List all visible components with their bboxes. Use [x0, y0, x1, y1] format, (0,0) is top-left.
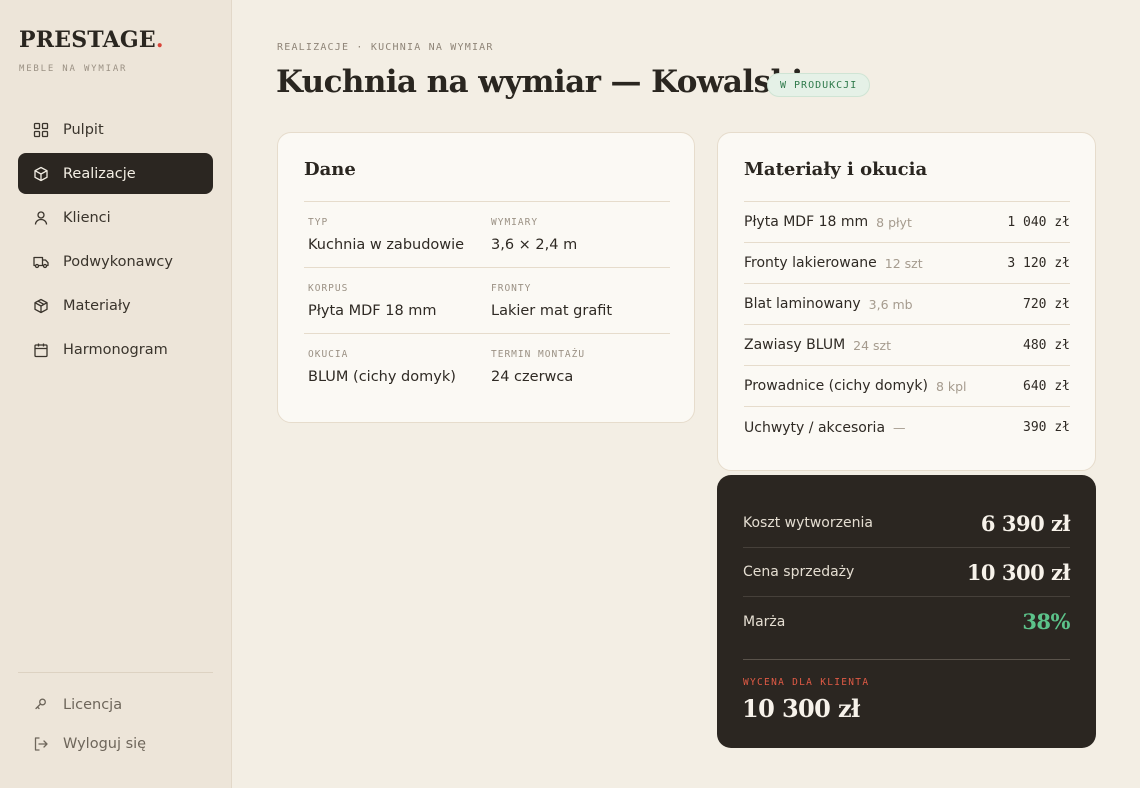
list-item: Fronty lakierowane 12 szt 3 120 zł [744, 243, 1070, 284]
material-price: 1 040 zł [1007, 214, 1070, 230]
details-field-carcass: KORPUS Płyta MDF 18 mm [304, 268, 487, 333]
nav-label: Harmonogram [63, 341, 168, 358]
price-value: 10 300 zł [966, 559, 1071, 585]
sidebar-bottom: Licencja Wyloguj się [18, 672, 213, 764]
nav-label: Materiały [63, 297, 131, 314]
material-price: 3 120 zł [1007, 255, 1070, 271]
logout-label: Wyloguj się [63, 736, 147, 752]
page-title: Kuchnia na wymiar — Kowalski [276, 64, 803, 100]
field-label: OKUCIA [308, 349, 349, 360]
license-label: Licencja [63, 697, 123, 713]
material-qty: 8 płyt [876, 214, 912, 230]
material-qty: 12 szt [884, 255, 923, 271]
details-field-install-date: TERMIN MONTAŻU 24 czerwca [487, 334, 670, 400]
summary-row-margin: Marża 38% [743, 597, 1070, 646]
material-qty: — [893, 420, 906, 435]
price-label: Cena sprzedaży [743, 564, 855, 580]
logout-link[interactable]: Wyloguj się [18, 725, 213, 763]
materials-list: Płyta MDF 18 mm 8 płyt 1 040 zł Fronty l… [744, 201, 1070, 448]
cost-value: 6 390 zł [980, 510, 1071, 536]
details-card: Dane TYP Kuchnia w zabudowie WYMIARY 3,6… [277, 132, 695, 423]
material-qty: 3,6 mb [868, 296, 913, 312]
list-item: Blat laminowany 3,6 mb 720 zł [744, 284, 1070, 325]
user-icon [34, 210, 48, 225]
calendar-icon [34, 343, 48, 357]
list-item: Płyta MDF 18 mm 8 płyt 1 040 zł [744, 202, 1070, 243]
details-field-type: TYP Kuchnia w zabudowie [304, 202, 487, 267]
details-grid: TYP Kuchnia w zabudowie WYMIARY 3,6 × 2,… [304, 201, 670, 400]
nav-label: Realizacje [63, 165, 136, 182]
status-badge: W PRODUKCJI [767, 73, 871, 97]
grid-icon [33, 122, 49, 137]
details-field-hardware: OKUCIA BLUM (cichy domyk) [304, 334, 487, 400]
margin-value: 38% [1022, 609, 1070, 634]
truck-icon [33, 256, 49, 268]
field-value: Kuchnia w zabudowie [308, 237, 465, 253]
material-price: 640 zł [1023, 378, 1070, 394]
nav-label: Podwykonawcy [63, 253, 173, 270]
nav-item-pulpit[interactable]: Pulpit [18, 109, 213, 150]
summary-row-price: Cena sprzedaży 10 300 zł [743, 548, 1071, 597]
license-link[interactable]: Licencja [18, 686, 213, 724]
materials-title: Materiały i okucia [744, 159, 928, 180]
quote-label: WYCENA DLA KLIENTA [743, 677, 870, 688]
key-icon [35, 698, 46, 710]
details-row: OKUCIA BLUM (cichy domyk) TERMIN MONTAŻU… [304, 334, 670, 400]
list-item: Zawiasy BLUM 24 szt 480 zł [744, 325, 1070, 366]
field-value: 24 czerwca [491, 369, 574, 385]
details-field-dimensions: WYMIARY 3,6 × 2,4 m [487, 202, 670, 267]
material-name: Prowadnice (cichy domyk) [744, 378, 928, 394]
box-icon [34, 298, 48, 313]
field-value: Lakier mat grafit [491, 303, 613, 319]
field-label: TYP [308, 217, 329, 228]
field-label: FRONTY [491, 283, 532, 294]
field-value: 3,6 × 2,4 m [491, 237, 578, 253]
field-label: KORPUS [308, 283, 349, 294]
material-name: Zawiasy BLUM [744, 337, 846, 353]
materials-card: Materiały i okucia Płyta MDF 18 mm 8 pły… [717, 132, 1096, 471]
material-price: 390 zł [1023, 420, 1070, 435]
cube-icon [34, 166, 48, 181]
logo-tagline: MEBLE NA WYMIAR [19, 64, 128, 74]
main-nav: Pulpit Realizacje Klienci Podwykonawcy M… [18, 109, 213, 373]
nav-item-harmonogram[interactable]: Harmonogram [18, 329, 213, 370]
cost-label: Koszt wytworzenia [743, 515, 873, 531]
material-price: 480 zł [1023, 337, 1070, 353]
field-value: BLUM (cichy domyk) [308, 369, 456, 385]
logout-icon [34, 737, 48, 751]
quote-value: 10 300 zł [742, 694, 860, 723]
nav-item-klienci[interactable]: Klienci [18, 197, 213, 238]
details-row: TYP Kuchnia w zabudowie WYMIARY 3,6 × 2,… [304, 202, 670, 268]
nav-label: Pulpit [63, 121, 104, 138]
material-qty: 8 kpl [935, 378, 967, 394]
margin-label: Marża [743, 613, 786, 630]
nav-item-materialy[interactable]: Materiały [18, 285, 213, 326]
material-name: Fronty lakierowane [744, 255, 877, 271]
material-price: 720 zł [1023, 296, 1070, 312]
field-label: TERMIN MONTAŻU [491, 349, 586, 360]
sidebar: PRESTAGE. MEBLE NA WYMIAR Pulpit Realiza… [0, 0, 232, 788]
material-qty: 24 szt [853, 337, 892, 353]
material-name: Płyta MDF 18 mm [744, 214, 869, 230]
details-title: Dane [304, 159, 356, 180]
material-name: Uchwyty / akcesoria [744, 419, 886, 436]
summary-card: Koszt wytworzenia 6 390 zł Cena sprzedaż… [717, 475, 1096, 748]
material-name: Blat laminowany [744, 296, 861, 312]
nav-item-podwykonawcy[interactable]: Podwykonawcy [18, 241, 213, 282]
list-item: Uchwyty / akcesoria — 390 zł [744, 407, 1070, 448]
breadcrumb: REALIZACJE · KUCHNIA NA WYMIAR [277, 42, 494, 53]
details-field-fronts: FRONTY Lakier mat grafit [487, 268, 670, 333]
logo[interactable]: PRESTAGE. [19, 27, 164, 53]
field-value: Płyta MDF 18 mm [308, 303, 437, 319]
summary-divider [743, 659, 1070, 660]
details-row: KORPUS Płyta MDF 18 mm FRONTY Lakier mat… [304, 268, 670, 334]
list-item: Prowadnice (cichy domyk) 8 kpl 640 zł [744, 366, 1070, 407]
summary-row-cost: Koszt wytworzenia 6 390 zł [743, 475, 1071, 548]
field-label: WYMIARY [491, 217, 539, 228]
nav-label: Klienci [63, 209, 111, 226]
nav-item-realizacje[interactable]: Realizacje [18, 153, 213, 194]
